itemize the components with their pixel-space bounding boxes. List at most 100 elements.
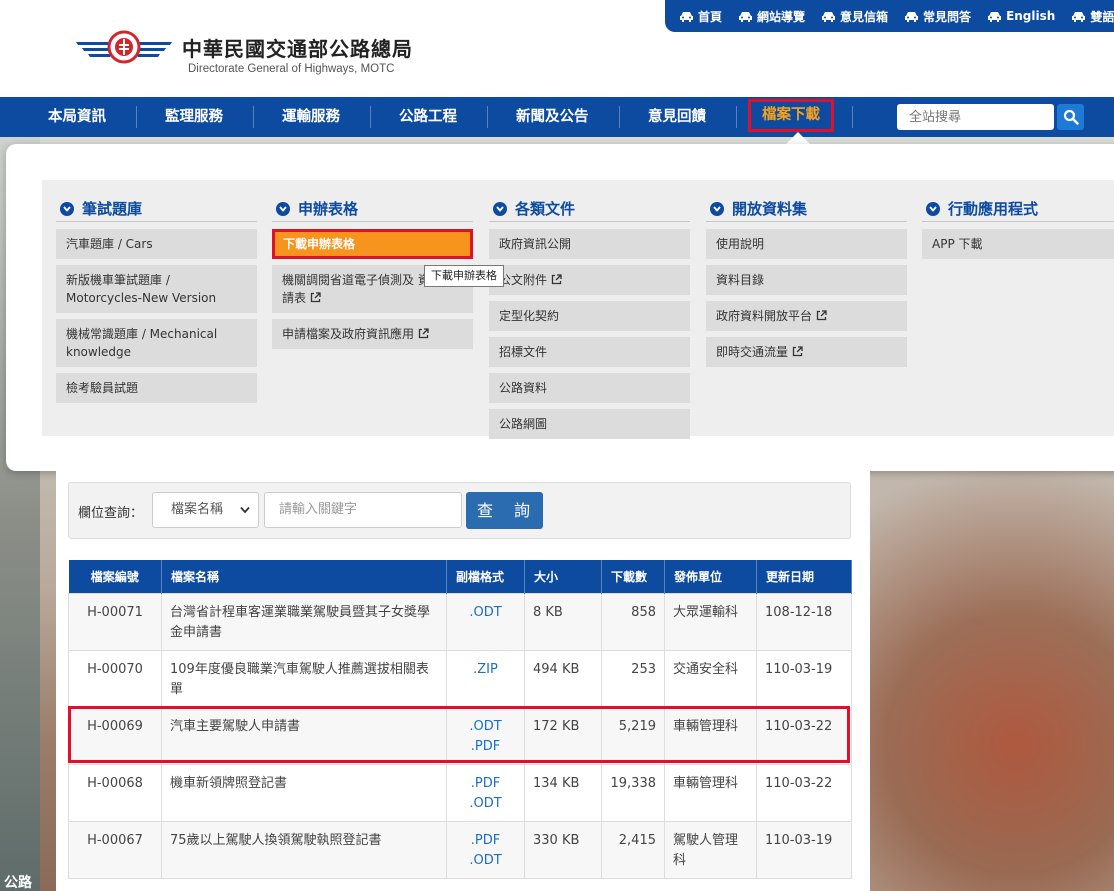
cell-unit: 車輛管理科 [664, 706, 757, 765]
menu-column-apps: 行動應用程式 APP 下載 [922, 196, 1114, 265]
menu-column-header[interactable]: 行動應用程式 [922, 196, 1114, 222]
menu-link-archive-request[interactable]: 申請檔案及政府資訊應用 [272, 319, 473, 349]
external-link-icon [792, 346, 803, 357]
logo-icon[interactable] [76, 30, 172, 64]
topbar-link-glossary[interactable]: 雙語詞彙 [1071, 8, 1114, 25]
format-link[interactable]: .PDF [455, 831, 516, 851]
menu-link-catalog[interactable]: 資料目錄 [706, 265, 907, 295]
nav-item-engineering[interactable]: 公路工程 [399, 97, 457, 137]
menu-column-title: 筆試題庫 [82, 200, 143, 218]
cell-name: 台灣省計程車客運業職業駕駛員暨其子女獎學金申請書 [161, 592, 447, 651]
nav-item-feedback[interactable]: 意見回饋 [648, 97, 706, 137]
table-header-row: 檔案編號 檔案名稱 副檔格式 大小 下載數 發佈單位 更新日期 [68, 560, 852, 593]
topbar-link-faq[interactable]: 常見問答 [904, 8, 971, 25]
external-link-icon [551, 274, 562, 285]
menu-link-traffic-flow[interactable]: 即時交通流量 [706, 337, 907, 367]
table-row: H-00067 75歲以上駕駛人換領駕駛執照登記書 .PDF .ODT 330 K… [68, 820, 852, 879]
menu-column-title: 各類文件 [515, 200, 576, 218]
menu-column-header[interactable]: 筆試題庫 [56, 196, 257, 222]
menu-link-download-forms[interactable]: 下載申辦表格 [272, 229, 473, 259]
table-row: H-00069 汽車主要駕駛人申請書 .ODT .PDF 172 KB 5,219… [68, 706, 852, 765]
topbar-link-label: English [1006, 9, 1056, 23]
menu-column-title: 申辦表格 [298, 200, 359, 218]
cell-date: 110-03-22 [756, 763, 852, 822]
topbar-link-home[interactable]: 首頁 [679, 8, 722, 25]
nav-item-downloads[interactable]: 檔案下載 [748, 99, 834, 132]
chevron-down-icon [926, 201, 940, 216]
format-link[interactable]: .PDF [455, 737, 516, 757]
site-title[interactable]: 中華民國交通部公路總局 [182, 33, 413, 62]
car-icon [680, 11, 693, 22]
menu-column-exam-bank: 筆試題庫 汽車題庫 / Cars 新版機車筆試題庫 / Motorcycles-… [56, 196, 257, 409]
nav-divider [370, 106, 371, 128]
table-row: H-00068 機車新領牌照登記書 .PDF .ODT 134 KB 19,338… [68, 763, 852, 822]
nav-item-about[interactable]: 本局資訊 [48, 97, 106, 137]
format-link[interactable]: .ODT [455, 851, 516, 871]
field-select[interactable]: 檔案名稱 [152, 492, 259, 528]
search-button[interactable] [1057, 104, 1084, 130]
chevron-down-icon [710, 201, 724, 216]
query-button[interactable]: 查 詢 [466, 492, 543, 529]
cell-size: 134 KB [524, 763, 602, 822]
menu-link-gov-info[interactable]: 政府資訊公開 [489, 229, 690, 259]
cell-date: 110-03-19 [756, 649, 852, 708]
format-link[interactable]: .ODT [455, 603, 516, 623]
external-link-icon [310, 292, 321, 303]
menu-link-app-download[interactable]: APP 下載 [922, 229, 1114, 259]
menu-link-highway-map[interactable]: 公路網圖 [489, 409, 690, 439]
search-icon [1063, 109, 1079, 125]
menu-link-attachments[interactable]: 公文附件 [489, 265, 690, 295]
nav-divider [487, 106, 488, 128]
cell-unit: 駕駛人管理科 [664, 820, 757, 879]
keyword-input[interactable]: 請輸入關鍵字 [264, 492, 462, 528]
cell-downloads: 858 [601, 592, 665, 651]
format-link[interactable]: .ZIP [455, 660, 516, 680]
utility-bar: 首頁 網站導覽 意見信箱 常見問答 English 雙語詞彙 [665, 0, 1114, 32]
column-header-unit[interactable]: 發佈單位 [664, 560, 757, 593]
nav-item-transport[interactable]: 運輸服務 [282, 97, 340, 137]
nav-item-news[interactable]: 新聞及公告 [516, 97, 589, 137]
menu-link-label: 即時交通流量 [716, 345, 789, 359]
car-icon [822, 11, 836, 22]
menu-link-usage[interactable]: 使用說明 [706, 229, 907, 259]
format-link[interactable]: .PDF [455, 774, 516, 794]
nav-item-supervision[interactable]: 監理服務 [165, 97, 223, 137]
topbar-link-label: 常見問答 [923, 9, 972, 24]
menu-column-header[interactable]: 各類文件 [489, 196, 690, 222]
menu-link-motorcycles[interactable]: 新版機車筆試題庫 / Motorcycles-New Version [56, 265, 257, 313]
column-header-size[interactable]: 大小 [524, 560, 602, 593]
column-header-name[interactable]: 檔案名稱 [161, 560, 447, 593]
cell-date: 110-03-22 [756, 706, 852, 765]
topbar-link-sitemap[interactable]: 網站導覽 [738, 8, 805, 25]
column-header-date[interactable]: 更新日期 [756, 560, 852, 593]
site-search-input[interactable] [897, 104, 1054, 130]
topbar-link-mailbox[interactable]: 意見信箱 [821, 8, 888, 25]
cell-id: H-00069 [68, 706, 162, 765]
menu-link-mechanical[interactable]: 機械常識題庫 / Mechanical knowledge [56, 319, 257, 367]
menu-link-cars[interactable]: 汽車題庫 / Cars [56, 229, 257, 259]
menu-link-highway-data[interactable]: 公路資料 [489, 373, 690, 403]
site-subtitle: Directorate General of Highways, MOTC [188, 63, 395, 75]
column-header-downloads[interactable]: 下載數 [601, 560, 665, 593]
car-icon [739, 11, 753, 22]
nav-divider [253, 106, 254, 128]
topbar-link-label: 網站導覽 [757, 9, 806, 24]
menu-link-open-data-platform[interactable]: 政府資料開放平台 [706, 301, 907, 331]
menu-link-contracts[interactable]: 定型化契約 [489, 301, 690, 331]
topbar-link-english[interactable]: English [987, 9, 1055, 23]
bottom-left-label: 公路 [4, 875, 32, 891]
format-link[interactable]: .ODT [455, 717, 516, 737]
menu-link-tenders[interactable]: 招標文件 [489, 337, 690, 367]
table-row: H-00070 109年度優良職業汽車駕駛人推薦選拔相關表單 .ZIP 494 … [68, 649, 852, 708]
format-link[interactable]: .ODT [455, 794, 516, 814]
menu-column-documents: 各類文件 政府資訊公開 公文附件 定型化契約 招標文件 公路資料 公路網圖 [489, 196, 690, 445]
column-header-id[interactable]: 檔案編號 [68, 560, 162, 593]
cell-name: 109年度優良職業汽車駕駛人推薦選拔相關表單 [161, 649, 447, 708]
menu-link-examiner[interactable]: 檢考驗員試題 [56, 373, 257, 403]
cell-downloads: 2,415 [601, 820, 665, 879]
nav-divider [619, 106, 620, 128]
nav-divider [136, 106, 137, 128]
menu-column-header[interactable]: 申辦表格 [272, 196, 473, 222]
column-header-format[interactable]: 副檔格式 [446, 560, 525, 593]
menu-column-header[interactable]: 開放資料集 [706, 196, 907, 222]
